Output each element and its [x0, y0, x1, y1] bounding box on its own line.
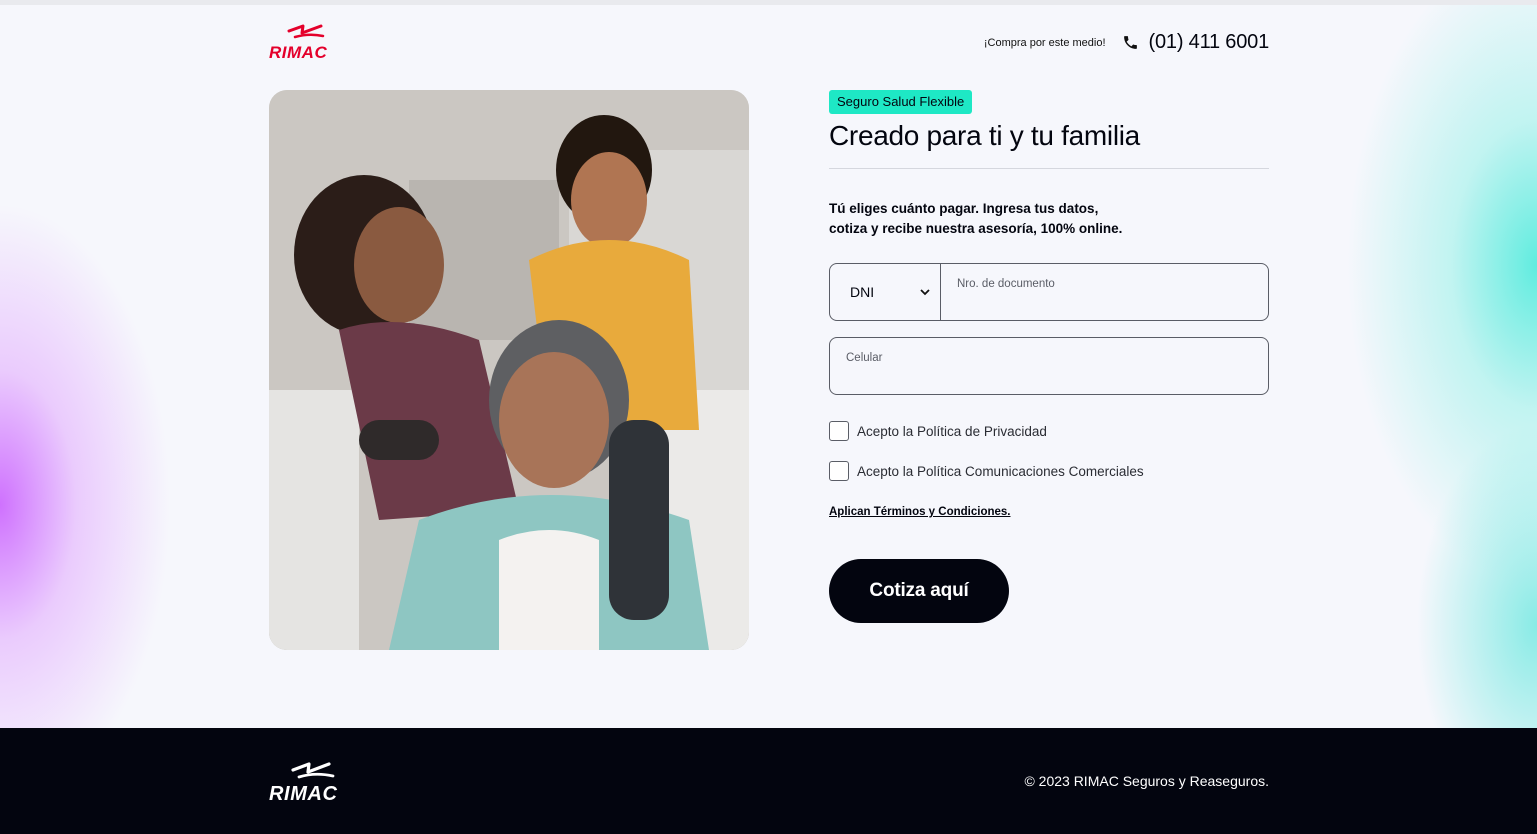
privacy-label: Acepto la Política de Privacidad — [857, 423, 1047, 439]
svg-text:RIMAC: RIMAC — [269, 43, 327, 62]
phone-link[interactable]: (01) 411 6001 — [1149, 31, 1270, 54]
page-title: Creado para ti y tu familia — [829, 120, 1140, 151]
phone-label: Celular — [846, 352, 883, 364]
comms-label: Acepto la Política Comunicaciones Comerc… — [857, 463, 1144, 479]
intro-line-1: Tú eliges cuánto pagar. Ingresa tus dato… — [829, 201, 1099, 216]
document-field-group: DNI Nro. de documento — [829, 263, 1269, 321]
chevron-down-icon — [920, 288, 930, 295]
product-badge: Seguro Salud Flexible — [829, 90, 973, 114]
footer: RIMAC © 2023 RIMAC Seguros y Reaseguros. — [0, 728, 1537, 834]
phone-input[interactable]: Celular — [829, 337, 1269, 395]
svg-text:RIMAC: RIMAC — [269, 783, 338, 804]
doc-number-label: Nro. de documento — [957, 278, 1055, 290]
rimac-logo[interactable]: RIMAC — [269, 23, 343, 63]
comms-consent[interactable]: Acepto la Política Comunicaciones Comerc… — [829, 461, 1144, 481]
copyright-text: © 2023 RIMAC Seguros y Reaseguros. — [1024, 773, 1269, 789]
family-photo — [269, 90, 749, 650]
rimac-footer-logo: RIMAC — [269, 762, 338, 804]
hero-section: RIMAC ¡Compra por este medio! (01) 411 6… — [0, 5, 1537, 728]
phone-icon — [1123, 36, 1137, 49]
quote-form: Seguro Salud Flexible Creado para ti y t… — [829, 90, 1269, 623]
privacy-consent[interactable]: Acepto la Política de Privacidad — [829, 421, 1047, 441]
privacy-checkbox[interactable] — [829, 421, 849, 441]
family-photo-illustration — [269, 90, 749, 650]
terms-link[interactable]: Aplican Términos y Condiciones. — [829, 506, 1010, 518]
doc-number-input[interactable]: Nro. de documento — [941, 264, 1268, 320]
intro-line-2: cotiza y recibe nuestra asesoría, 100% o… — [829, 221, 1123, 236]
doc-type-value: DNI — [850, 284, 875, 300]
contact-info: ¡Compra por este medio! (01) 411 6001 — [984, 31, 1269, 54]
quote-button[interactable]: Cotiza aquí — [829, 559, 1009, 623]
intro-text: Tú eliges cuánto pagar. Ingresa tus dato… — [829, 199, 1269, 239]
doc-type-select[interactable]: DNI — [830, 264, 941, 320]
contact-text: ¡Compra por este medio! — [983, 36, 1106, 49]
comms-checkbox[interactable] — [829, 461, 849, 481]
divider — [829, 168, 1269, 169]
